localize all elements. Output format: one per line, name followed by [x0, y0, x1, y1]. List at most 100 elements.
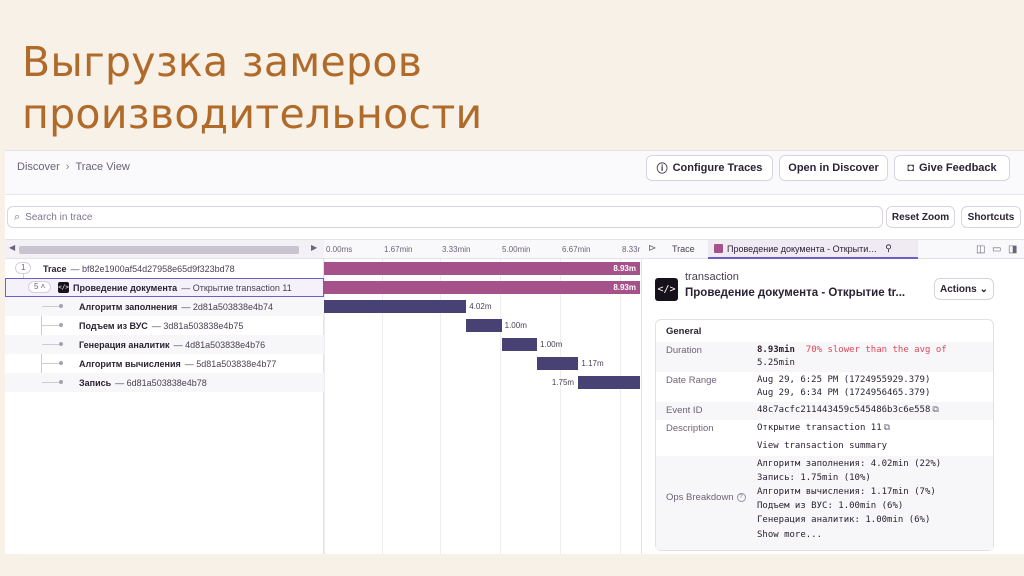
show-more-link[interactable]: Show more...: [757, 530, 822, 540]
shortcuts-button[interactable]: Shortcuts: [961, 206, 1021, 228]
span-name: Генерация аналитик: [79, 339, 170, 350]
search-input[interactable]: ⌕ Search in trace: [7, 206, 883, 228]
tree-connector: [42, 325, 60, 326]
timeline-tick: 3.33min: [442, 245, 471, 254]
event-id-row: Event ID 48c7acfc211443459c545486b3c6e55…: [656, 402, 993, 420]
trace-bar-label: 8.93m: [613, 264, 636, 273]
breadcrumb-discover[interactable]: Discover: [17, 161, 60, 173]
timeline-tick: 1.67min: [384, 245, 413, 254]
configure-traces-button[interactable]: ⓘ Configure Traces: [646, 155, 773, 181]
dock-right-icon[interactable]: ◨: [1008, 244, 1017, 255]
span-bar[interactable]: [466, 319, 502, 332]
scroll-left-icon[interactable]: ◀: [9, 243, 15, 252]
description-value: Открытие transaction 11: [757, 423, 882, 433]
actions-dropdown[interactable]: Actions ⌄: [934, 278, 994, 300]
tree-row-span[interactable]: Алгоритм вычисления — 5d81a503838e4b77: [5, 354, 324, 373]
give-feedback-button[interactable]: ◘ Give Feedback: [894, 155, 1010, 181]
chevron-down-icon: ⌄: [979, 283, 989, 295]
tree-row-span[interactable]: Алгоритм заполнения — 2d81a503838e4b74: [5, 297, 324, 316]
megaphone-icon: ◘: [907, 162, 914, 174]
tab-trace[interactable]: Trace: [672, 244, 695, 254]
ops-item: Генерация аналитик: 1.00min (6%): [757, 515, 931, 525]
duration-comparison: 70% slower than the avg of: [805, 345, 947, 355]
span-bar-label: 1.00m: [504, 321, 527, 330]
tab-transaction[interactable]: Проведение документа - Открыти… ⚲: [708, 240, 918, 259]
timeline-ruler: 0.00ms 1.67min 3.33min 5.00min 6.67min 8.33r: [324, 240, 642, 259]
reset-zoom-button[interactable]: Reset Zoom: [886, 206, 955, 228]
span-name: Запись: [79, 377, 112, 388]
code-icon: </>: [58, 282, 69, 293]
view-transaction-summary-link[interactable]: View transaction summary: [757, 441, 887, 451]
timeline-tick: 8.33r: [622, 245, 641, 254]
slide-title: Выгрузка замеров производительности: [22, 36, 482, 140]
tree-row-transaction[interactable]: 5 ˄ </> Проведение документа — Открытие …: [5, 278, 324, 297]
trace-child-count[interactable]: 1: [15, 262, 32, 274]
tree-row-span[interactable]: Подъем из ВУС — 3d81a503838e4b75: [5, 316, 324, 335]
horizontal-scrollbar[interactable]: ◀ ▶: [5, 240, 324, 259]
span-bar[interactable]: [537, 357, 579, 370]
span-id: — 2d81a503838e4b74: [181, 301, 273, 312]
event-id-value: 48c7acfc211443459c545486b3c6e558: [757, 405, 931, 415]
copy-icon[interactable]: ⧉: [932, 405, 938, 415]
span-bar[interactable]: [501, 338, 537, 351]
breadcrumb: Discover › Trace View: [17, 161, 130, 173]
details-pane: ⊳ Trace Проведение документа - Открыти… …: [642, 239, 1024, 554]
span-name: Алгоритм вычисления: [79, 358, 181, 369]
dock-left-icon[interactable]: ◫: [976, 244, 985, 255]
tree-row-trace[interactable]: 1 Trace — bf82e1900af54d27958e65d9f323bd…: [5, 259, 324, 278]
timeline-gridline: [620, 259, 621, 554]
date-start: Aug 29, 6:25 PM (1724955929.379): [757, 375, 931, 385]
open-in-discover-label: Open in Discover: [788, 162, 879, 174]
timeline-gridline: [500, 259, 501, 554]
tree-connector: [42, 306, 60, 307]
date-range-row: Date Range Aug 29, 6:25 PM (1724955929.3…: [656, 372, 993, 402]
help-icon[interactable]: ?: [736, 492, 746, 502]
transaction-child-count[interactable]: 5 ˄: [28, 281, 52, 293]
details-tabs: ⊳ Trace Проведение документа - Открыти… …: [642, 240, 1024, 259]
scroll-right-icon[interactable]: ▶: [311, 243, 317, 252]
span-bar[interactable]: [578, 376, 640, 389]
search-icon: ⌕: [14, 210, 21, 223]
tree-row-span[interactable]: Запись — 6d81a503838e4b78: [5, 373, 324, 392]
pin-icon[interactable]: ⚲: [885, 243, 892, 254]
transaction-title: Проведение документа - Открытие tr...: [685, 287, 906, 299]
tree-row-span[interactable]: Генерация аналитик — 4d81a503838e4b76: [5, 335, 324, 354]
scrollbar-thumb[interactable]: [19, 246, 299, 254]
span-name: Подъем из ВУС: [79, 320, 148, 331]
trace-bar[interactable]: [324, 262, 640, 275]
event-id-line: 48c7acfc211443459c545486b3c6e558 ⧉: [757, 405, 939, 415]
copy-icon[interactable]: ⧉: [884, 423, 890, 433]
duration-key: Duration: [666, 345, 702, 356]
tree-connector: [42, 363, 60, 364]
give-feedback-label: Give Feedback: [919, 162, 997, 174]
ops-breakdown-key-line: Ops Breakdown?: [666, 492, 746, 503]
chevron-right-icon: ›: [65, 161, 70, 173]
ops-item: Запись: 1.75min (10%): [757, 473, 871, 483]
transaction-color-swatch: [714, 244, 723, 253]
transaction-description: — Открытие transaction 11: [181, 282, 292, 293]
collapse-icon[interactable]: ⊳: [648, 243, 656, 254]
general-card: General Duration 8.93min 70% slower than…: [655, 319, 994, 551]
span-bar[interactable]: [324, 300, 467, 313]
dock-bottom-icon[interactable]: ▭: [992, 244, 1001, 255]
duration-value: 8.93min: [757, 345, 795, 355]
transaction-bar[interactable]: [324, 281, 640, 294]
ops-item: Алгоритм вычисления: 1.17min (7%): [757, 487, 936, 497]
top-bar: Discover › Trace View ⓘ Configure Traces…: [5, 151, 1024, 195]
open-in-discover-button[interactable]: Open in Discover: [779, 155, 888, 181]
date-range-key: Date Range: [666, 375, 717, 386]
timeline-tick: 5.00min: [502, 245, 531, 254]
code-icon: </>: [655, 278, 678, 301]
actions-label: Actions: [939, 283, 977, 295]
span-dot: [59, 380, 63, 384]
date-end: Aug 29, 6:34 PM (1724956465.379): [757, 388, 931, 398]
ops-breakdown-row: Ops Breakdown? Алгоритм заполнения: 4.02…: [656, 456, 993, 550]
transaction-bar-label: 8.93m: [613, 283, 636, 292]
timeline-tick: 0.00ms: [326, 245, 353, 254]
general-header: General: [666, 326, 702, 337]
timeline-pane[interactable]: 0.00ms 1.67min 3.33min 5.00min 6.67min 8.33r …: [324, 239, 642, 554]
event-id-key: Event ID: [666, 405, 703, 416]
configure-traces-label: Configure Traces: [672, 162, 763, 174]
trace-label: Trace: [43, 263, 67, 274]
span-dot: [59, 361, 63, 365]
